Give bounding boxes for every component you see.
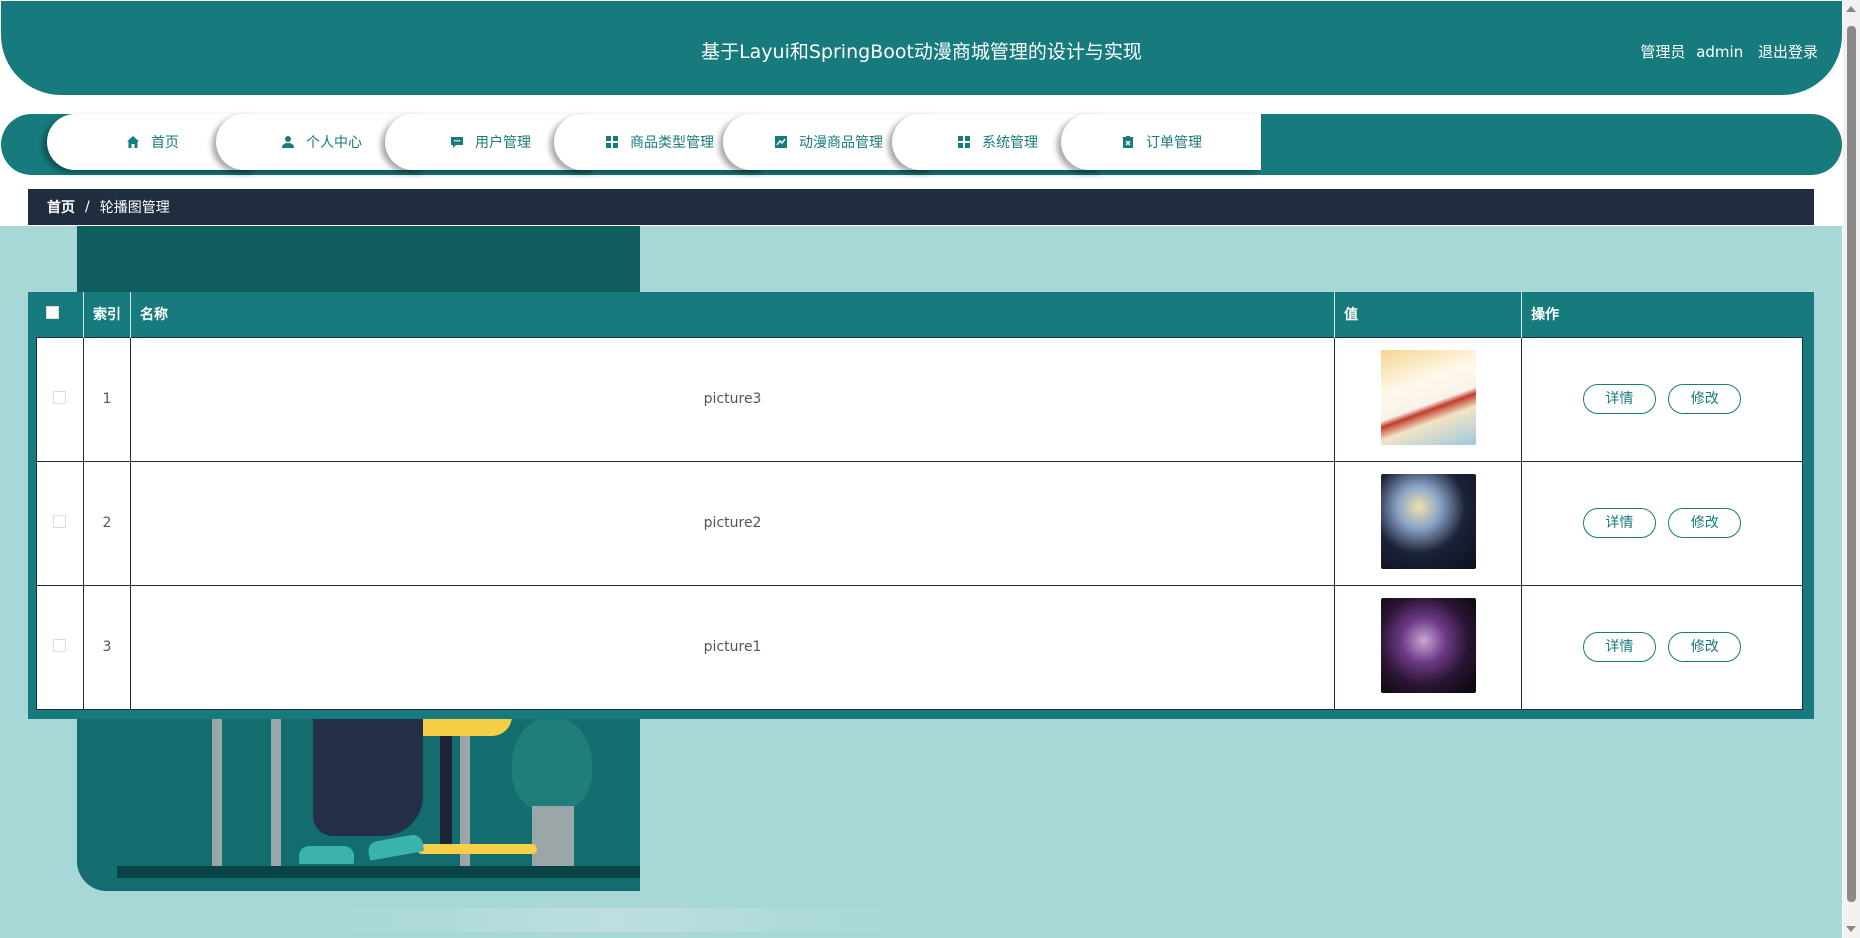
nav-label: 系统管理 [982, 135, 1038, 151]
carousel-table: 索引 名称 值 操作 1 picture3 详情 修改 2 picture2 详… [36, 292, 1803, 710]
breadcrumb-home[interactable]: 首页 [47, 197, 75, 217]
detail-button[interactable]: 详情 [1582, 384, 1656, 414]
edit-button[interactable]: 修改 [1668, 508, 1742, 538]
row-name: picture2 [129, 460, 1336, 586]
user-name: admin [1696, 43, 1744, 61]
table-header-row: 索引 名称 值 操作 [36, 292, 1803, 337]
scroll-up-arrow-icon[interactable] [1846, 6, 1856, 12]
clipboard-icon [1120, 134, 1136, 150]
row-value-cell [1334, 460, 1523, 586]
row-name: picture3 [129, 336, 1336, 462]
row-index: 3 [82, 584, 131, 710]
row-actions: 详情 修改 [1521, 584, 1803, 710]
header-checkbox-cell [36, 292, 84, 337]
table-row: 2 picture2 详情 修改 [36, 460, 1803, 586]
grid-icon [956, 134, 972, 150]
person-legs [313, 716, 423, 836]
chat-icon [449, 134, 465, 150]
detail-button[interactable]: 详情 [1582, 632, 1656, 662]
thumbnail-image[interactable] [1380, 349, 1476, 445]
row-value-cell [1334, 336, 1523, 462]
decorative-strip [334, 908, 894, 932]
row-actions: 详情 修改 [1521, 336, 1803, 462]
nav-item-orders[interactable]: 订单管理 [1061, 114, 1261, 170]
select-all-checkbox[interactable] [45, 305, 59, 319]
detail-button[interactable]: 详情 [1582, 508, 1656, 538]
row-index: 2 [82, 460, 131, 586]
nav-label: 商品类型管理 [630, 135, 714, 151]
nav-label: 用户管理 [475, 135, 531, 151]
row-checkbox[interactable] [53, 638, 67, 652]
user-area: 管理员 admin 退出登录 [1640, 41, 1818, 62]
breadcrumb: 首页 / 轮播图管理 [28, 189, 1814, 225]
header-name: 名称 [130, 292, 1336, 337]
app-title: 基于Layui和SpringBoot动漫商城管理的设计与实现 [701, 41, 1142, 63]
thumbnail-image[interactable] [1380, 473, 1476, 569]
nav-label: 首页 [151, 135, 179, 151]
vertical-scrollbar[interactable] [1843, 0, 1860, 938]
nav-label: 个人中心 [306, 135, 362, 151]
header-index: 索引 [83, 292, 131, 337]
thumbnail-image[interactable] [1380, 597, 1476, 693]
plant-leaf [512, 716, 592, 811]
row-index: 1 [82, 336, 131, 462]
row-checkbox-cell [36, 336, 84, 462]
row-checkbox-cell [36, 584, 84, 710]
row-name: picture1 [129, 584, 1336, 710]
row-checkbox-cell [36, 460, 84, 586]
row-checkbox[interactable] [53, 390, 67, 404]
plant-pot [532, 806, 574, 866]
scroll-thumb[interactable] [1847, 26, 1856, 902]
chair-pole [440, 736, 452, 846]
desk-leg [271, 716, 281, 868]
table-row: 1 picture3 详情 修改 [36, 336, 1803, 462]
nav-label: 订单管理 [1146, 135, 1202, 151]
row-actions: 详情 修改 [1521, 460, 1803, 586]
main-nav: 首页 个人中心 用户管理 商品类型管理 动漫商品管理 系统管理 订单管理 [1, 114, 1842, 175]
top-header: 基于Layui和SpringBoot动漫商城管理的设计与实现 管理员 admin… [1, 1, 1842, 95]
home-icon [125, 134, 141, 150]
header-actions: 操作 [1531, 307, 1560, 324]
user-icon [280, 134, 296, 150]
nav-label: 动漫商品管理 [799, 135, 883, 151]
table-row: 3 picture1 详情 修改 [36, 584, 1803, 710]
desk-leg [212, 716, 222, 868]
breadcrumb-separator: / [85, 199, 90, 215]
table-panel: 索引 名称 值 操作 1 picture3 详情 修改 2 picture2 详… [28, 292, 1814, 719]
user-role: 管理员 [1640, 43, 1686, 61]
illustration-floor [117, 866, 640, 878]
scroll-down-arrow-icon[interactable] [1846, 926, 1856, 932]
logout-link[interactable]: 退出登录 [1758, 43, 1818, 61]
header-value: 值 [1334, 292, 1523, 337]
edit-button[interactable]: 修改 [1668, 632, 1742, 662]
grid-icon [604, 134, 620, 150]
chair-base [417, 844, 537, 854]
shoe [299, 846, 354, 864]
breadcrumb-current: 轮播图管理 [99, 200, 170, 216]
edit-button[interactable]: 修改 [1668, 384, 1742, 414]
row-checkbox[interactable] [53, 514, 67, 528]
row-value-cell [1334, 584, 1523, 710]
chart-icon [773, 134, 789, 150]
